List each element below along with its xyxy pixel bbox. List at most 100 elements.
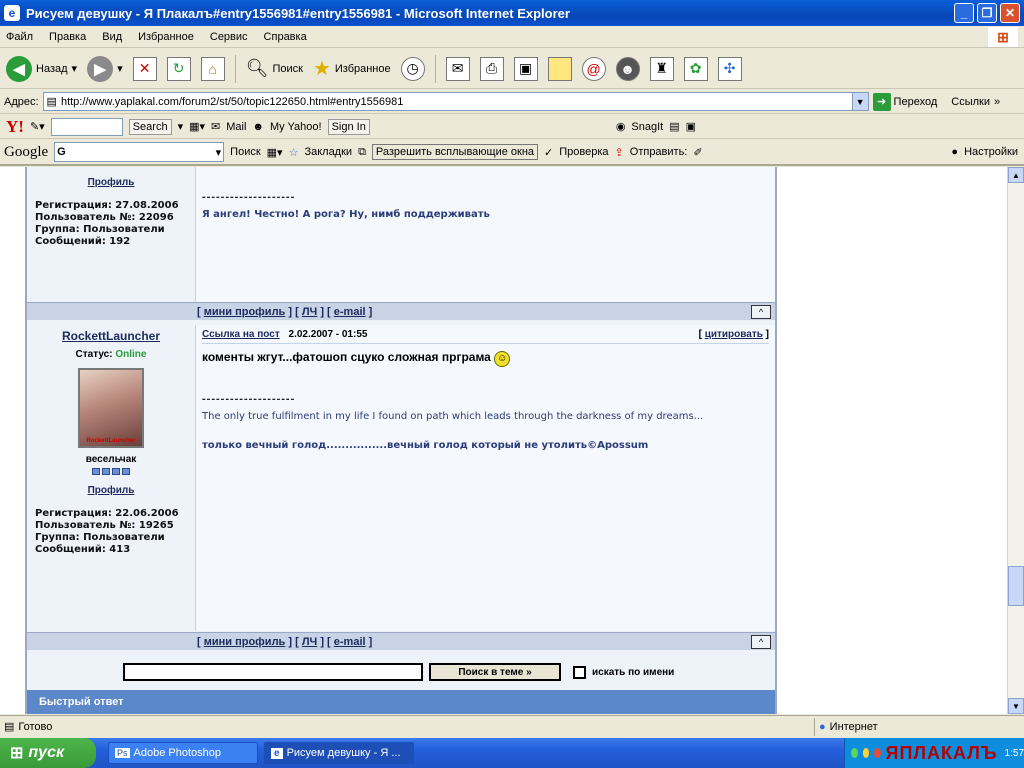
yahoo-mail-link[interactable]: Mail	[226, 121, 246, 133]
note-icon[interactable]	[547, 56, 572, 81]
pm-link[interactable]: ЛЧ	[302, 636, 317, 648]
search-magnifier-icon: 🔍︎	[245, 58, 269, 78]
scroll-up-icon[interactable]: ▲	[1008, 167, 1024, 183]
profile-link[interactable]: Профиль	[35, 485, 187, 496]
print-icon[interactable]: ⎙	[479, 56, 504, 81]
google-logo[interactable]: Google	[4, 144, 48, 161]
address-dropdown-icon[interactable]: ▼	[851, 93, 868, 110]
research-icon[interactable]: ♜	[649, 56, 674, 81]
back-button[interactable]: ◀ Назад ▾	[6, 55, 78, 82]
rank-pips	[35, 468, 187, 475]
links-button[interactable]: Ссылки	[951, 96, 990, 108]
go-button[interactable]: ➜ Переход	[872, 92, 938, 111]
yahoo-search-button[interactable]: Search	[128, 118, 172, 135]
send-button[interactable]: Отправить:	[630, 146, 688, 158]
search-button[interactable]: 🔍︎ Поиск	[246, 58, 303, 79]
settings-button[interactable]: Настройки	[964, 146, 1018, 158]
refresh-icon[interactable]: ↻	[166, 56, 191, 81]
email-link[interactable]: e-mail	[334, 306, 366, 318]
quick-reply-header[interactable]: Быстрый ответ	[27, 690, 775, 714]
menu-bar: Файл Правка Вид Избранное Сервис Справка…	[0, 26, 1024, 48]
snagit-button[interactable]: SnagIt	[631, 121, 663, 133]
maximize-button[interactable]: ❐	[977, 3, 997, 23]
status-online: Online	[115, 349, 147, 360]
address-bar: Адрес: ▤ http://www.yaplakal.com/forum2/…	[0, 90, 1024, 114]
post-date: 2.02.2007 - 01:55	[288, 329, 368, 340]
signature-line-2: только вечный голод................вечны…	[202, 440, 649, 451]
snagit-capture-icon[interactable]: ▤	[669, 120, 679, 133]
history-icon[interactable]: ◷	[400, 56, 425, 81]
profile-link[interactable]: Профиль	[35, 177, 187, 188]
google-search-button[interactable]: Поиск	[230, 146, 260, 158]
messenger-icon[interactable]: ☻	[615, 56, 640, 81]
edit-icon[interactable]: ▣	[513, 56, 538, 81]
tray-icon-shield[interactable]	[862, 748, 870, 758]
sign-in-button[interactable]: Sign In	[327, 118, 370, 135]
snagit-send-icon[interactable]: ▣	[686, 120, 696, 133]
menu-help[interactable]: Справка	[264, 31, 307, 43]
yahoo-calendar-icon[interactable]: ▦▾	[189, 120, 205, 133]
start-button[interactable]: ⊞ пуск	[0, 738, 96, 768]
address-input[interactable]: ▤ http://www.yaplakal.com/forum2/st/50/t…	[42, 92, 869, 111]
home-icon[interactable]: ⌂	[200, 56, 225, 81]
yahoo-search-dropdown-icon[interactable]: ▾	[178, 120, 184, 133]
minimize-button[interactable]: _	[954, 3, 974, 23]
favorites-button[interactable]: ★ Избранное	[313, 56, 391, 81]
pm-link[interactable]: ЛЧ	[302, 306, 317, 318]
mail-icon[interactable]: ✉	[445, 56, 470, 81]
plugin-icon[interactable]: ✿	[683, 56, 708, 81]
allow-popups-button[interactable]: Разрешить всплывающие окна	[371, 144, 539, 160]
highlighter-icon[interactable]: ✐	[693, 146, 702, 159]
taskbar-item-label: Рисуем девушку - Я ...	[286, 747, 401, 759]
post-permalink[interactable]: Ссылка на пост	[202, 329, 280, 340]
go-label: Переход	[893, 95, 938, 108]
google-g-icon: G	[57, 146, 66, 158]
back-dropdown-icon[interactable]: ▾	[72, 62, 78, 75]
bookmarks-button[interactable]: Закладки	[304, 146, 352, 158]
search-by-name-checkbox[interactable]	[573, 665, 586, 679]
go-arrow-icon: ➜	[872, 92, 891, 111]
scroll-top-button[interactable]: ^	[751, 635, 771, 649]
yahoo-mail-envelope-icon: ✉	[211, 121, 221, 133]
signature-separator: --------------------	[202, 393, 296, 405]
google-input-dropdown-icon[interactable]: ▾	[216, 146, 222, 159]
stop-icon[interactable]: ✕	[132, 56, 157, 81]
yahoo-logo-icon[interactable]: Y!	[6, 117, 24, 137]
menu-view[interactable]: Вид	[102, 31, 122, 43]
forward-button[interactable]: ▶ ▾	[87, 55, 123, 82]
menu-tools[interactable]: Сервис	[210, 31, 248, 43]
extension-icon[interactable]: ✣	[717, 56, 742, 81]
user-number: Пользователь №: 22096	[35, 212, 174, 223]
mini-profile-link[interactable]: мини профиль	[204, 636, 286, 648]
yahoo-search-input[interactable]	[50, 117, 123, 136]
topic-search-input[interactable]	[123, 663, 423, 681]
window-titlebar: e Рисуем девушку - Я Плакалъ#entry155698…	[0, 0, 1024, 26]
search-by-name-label: искать по имени	[592, 666, 675, 678]
quote-link[interactable]: цитировать	[705, 329, 763, 340]
tray-icon-antivirus[interactable]	[874, 748, 881, 758]
taskbar-item-photoshop[interactable]: Ps Adobe Photoshop	[108, 742, 258, 764]
topic-search-button[interactable]: Поиск в теме »	[429, 663, 561, 681]
scroll-down-icon[interactable]: ▼	[1008, 698, 1024, 714]
google-search-input[interactable]: G ▾	[54, 142, 225, 162]
at-sign-icon[interactable]: @	[581, 56, 606, 81]
tray-icon-network[interactable]	[851, 748, 858, 758]
menu-file[interactable]: Файл	[6, 31, 33, 43]
send-icon: ⇪	[614, 146, 624, 159]
menu-edit[interactable]: Правка	[49, 31, 86, 43]
taskbar-item-browser[interactable]: e Рисуем девушку - Я ...	[264, 742, 414, 764]
google-news-icon[interactable]: ▦▾	[267, 146, 283, 159]
my-yahoo-link[interactable]: My Yahoo!	[270, 121, 322, 133]
email-link[interactable]: e-mail	[334, 636, 366, 648]
close-button[interactable]: ✕	[1000, 3, 1020, 23]
forward-dropdown-icon[interactable]: ▾	[117, 62, 123, 75]
menu-favorites[interactable]: Избранное	[138, 31, 194, 43]
vertical-scrollbar[interactable]: ▲ ▼	[1007, 167, 1024, 714]
author-name-link[interactable]: RockettLauncher	[35, 329, 187, 343]
scrollbar-thumb[interactable]	[1008, 566, 1024, 606]
mini-profile-link[interactable]: мини профиль	[204, 306, 286, 318]
pencil-icon[interactable]: ✎▾	[30, 120, 45, 133]
spellcheck-button[interactable]: Проверка	[559, 146, 608, 158]
scroll-top-button[interactable]: ^	[751, 305, 771, 319]
chevron-right-icon[interactable]: »	[994, 96, 1000, 108]
